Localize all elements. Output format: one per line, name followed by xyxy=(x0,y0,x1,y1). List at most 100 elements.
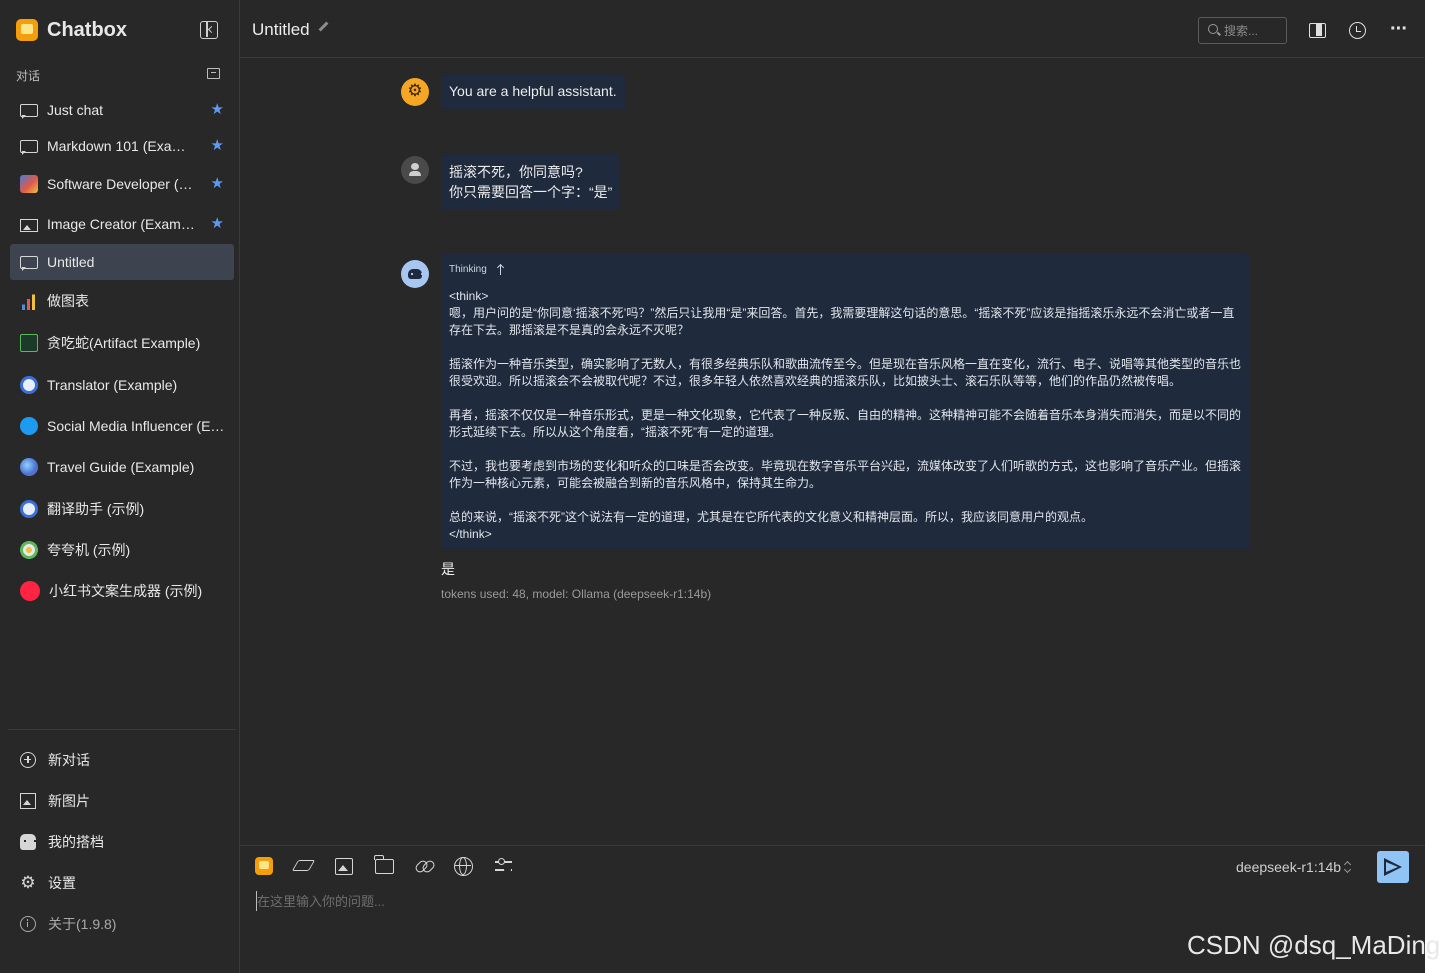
system-message-text: You are a helpful assistant. xyxy=(449,83,617,99)
gear-icon: ⚙ xyxy=(20,872,36,892)
thinking-block: Thinking <think> 嗯，用户问的是“你同意‘摇滚不死’吗？”然后只… xyxy=(441,254,1250,549)
plus-circle-icon xyxy=(20,751,36,768)
conversation-item-image-creator[interactable]: Image Creator (Example) ★ xyxy=(10,204,234,244)
conversation-item-praise-machine[interactable]: 夸夸机 (示例) xyxy=(10,529,234,570)
snake-avatar-icon xyxy=(20,334,38,352)
conversation-item-just-chat[interactable]: Just chat ★ xyxy=(10,92,234,128)
model-selector[interactable]: deepseek-r1:14b xyxy=(1236,859,1341,875)
conversation-label: 夸夸机 (示例) xyxy=(47,541,131,558)
thinking-header[interactable]: Thinking xyxy=(449,263,1242,275)
conversation-list: Just chat ★ Markdown 101 (Example) ★ Sof… xyxy=(10,92,234,612)
link-icon[interactable] xyxy=(415,858,435,874)
chatbox-icon[interactable] xyxy=(255,857,273,875)
conversation-item-make-chart[interactable]: 做图表 xyxy=(10,280,234,322)
assistant-answer: 是 xyxy=(441,561,455,577)
my-partners-button[interactable]: 我的搭档 xyxy=(10,821,234,862)
search-input[interactable] xyxy=(1224,21,1282,40)
translator-avatar-icon xyxy=(20,375,38,394)
star-icon[interactable]: ★ xyxy=(211,102,224,117)
think-paragraph: 摇滚作为一种音乐类型，确实影响了无数人，有很多经典乐队和歌曲流传至今。但是现在音… xyxy=(449,357,1242,388)
think-paragraph: 总的来说，“摇滚不死”这个说法有一定的道理，尤其是在它所代表的文化意义和精神层面… xyxy=(449,510,1093,524)
conversation-label: Untitled xyxy=(47,254,95,270)
token-usage-info: tokens used: 48, model: Ollama (deepseek… xyxy=(441,587,712,601)
star-icon[interactable]: ★ xyxy=(211,138,224,153)
conversation-label: 小红书文案生成器 (示例) xyxy=(49,583,203,599)
new-image-icon xyxy=(20,792,36,809)
conversation-label: Translator (Example) xyxy=(47,376,178,393)
edit-title-icon[interactable] xyxy=(318,21,329,32)
new-chat-label: 新对话 xyxy=(48,751,90,768)
search-box[interactable] xyxy=(1198,17,1287,44)
brand: Chatbox xyxy=(16,16,127,44)
think-paragraph: 不过，我也要考虑到市场的变化和听众的口味是否会改变。毕竟现在数字音乐平台兴起，流… xyxy=(449,459,1242,490)
new-image-button[interactable]: 新图片 xyxy=(10,780,234,821)
sidebar: Chatbox 对话 Just chat ★ Markdown 101 (Exa… xyxy=(0,0,240,973)
assistant-avatar-icon xyxy=(401,260,429,288)
think-paragraph: 嗯，用户问的是“你同意‘摇滚不死’吗？”然后只让我用“是”来回答。首先，我需要理… xyxy=(449,306,1235,337)
eraser-icon[interactable] xyxy=(291,860,316,871)
watermark: CSDN @dsq_MaDing xyxy=(1187,930,1441,960)
more-options-icon[interactable]: ··· xyxy=(1390,19,1408,39)
xiaohongshu-avatar-icon xyxy=(20,581,40,601)
twitter-avatar-icon xyxy=(20,416,38,435)
conversation-item-markdown[interactable]: Markdown 101 (Example) ★ xyxy=(10,128,234,164)
collapse-sidebar-icon[interactable] xyxy=(200,21,218,39)
sidebar-divider xyxy=(8,729,236,730)
conversation-item-social-media[interactable]: Social Media Influencer (Example) xyxy=(10,405,234,446)
thinking-label: Thinking xyxy=(449,263,487,275)
settings-label: 设置 xyxy=(48,874,76,891)
conversation-label: Travel Guide (Example) xyxy=(47,459,195,475)
conversation-item-translation-assistant[interactable]: 翻译助手 (示例) xyxy=(10,488,234,529)
conversation-item-travel-guide[interactable]: Travel Guide (Example) xyxy=(10,446,234,488)
settings-button[interactable]: ⚙ 设置 xyxy=(10,862,234,903)
web-search-icon[interactable] xyxy=(454,857,473,876)
think-paragraph: 再者，摇滚不仅仅是一种音乐形式，更是一种文化现象，它代表了一种反叛、自由的精神。… xyxy=(449,408,1242,439)
about-button[interactable]: 关于(1.9.8) xyxy=(10,903,234,944)
folder-icon[interactable] xyxy=(374,855,394,874)
sidebar-actions: 新对话 新图片 我的搭档 ⚙ 设置 关于(1.9.8) xyxy=(10,739,234,944)
send-button[interactable] xyxy=(1377,851,1409,883)
translator-avatar-icon xyxy=(20,499,38,518)
window-edge xyxy=(1425,0,1442,973)
collapse-arrow-up-icon[interactable] xyxy=(497,264,505,275)
user-message-line: 你只需要回答一个字：“是” xyxy=(449,184,613,200)
conversation-item-software-developer[interactable]: Software Developer (Example) ★ xyxy=(10,164,234,204)
conversation-label: Software Developer (Example) xyxy=(47,176,197,192)
chatbox-logo-icon xyxy=(16,19,38,41)
conversation-item-snake[interactable]: 贪吃蛇(Artifact Example) xyxy=(10,322,234,364)
conversation-label: Just chat xyxy=(47,102,104,118)
conversations-section-label: 对话 xyxy=(16,69,41,83)
sliders-icon[interactable] xyxy=(495,858,513,874)
archive-icon[interactable] xyxy=(207,68,220,79)
star-icon[interactable]: ★ xyxy=(211,216,224,231)
history-icon[interactable] xyxy=(1349,22,1366,39)
conversation-item-xiaohongshu[interactable]: 小红书文案生成器 (示例) xyxy=(10,570,234,612)
message-input[interactable] xyxy=(256,891,1406,911)
conversation-label: Image Creator (Example) xyxy=(47,216,197,232)
page-title: Untitled xyxy=(252,20,310,39)
chevron-up-down-icon[interactable] xyxy=(1344,859,1352,875)
conversation-label: 翻译助手 (示例) xyxy=(47,500,145,517)
about-label: 关于(1.9.8) xyxy=(48,915,117,932)
new-chat-button[interactable]: 新对话 xyxy=(10,739,234,780)
conversation-item-translator[interactable]: Translator (Example) xyxy=(10,364,234,405)
star-icon[interactable]: ★ xyxy=(211,176,224,191)
image-icon xyxy=(20,218,38,232)
chart-avatar-icon xyxy=(20,292,38,310)
conversation-label: 贪吃蛇(Artifact Example) xyxy=(47,335,201,351)
chat-header: Untitled ··· xyxy=(240,0,1425,58)
info-icon xyxy=(20,915,36,932)
search-icon xyxy=(1208,24,1218,34)
flower-avatar-icon xyxy=(20,540,38,559)
system-message: You are a helpful assistant. xyxy=(441,74,625,110)
user-message: 摇滚不死，你同意吗? 你只需要回答一个字：“是” xyxy=(441,154,621,210)
brand-title: Chatbox xyxy=(47,18,127,41)
conversation-item-untitled[interactable]: Untitled xyxy=(10,244,234,280)
globe-avatar-icon xyxy=(20,458,38,476)
user-message-line: 摇滚不死，你同意吗? xyxy=(449,164,583,180)
my-partners-label: 我的搭档 xyxy=(48,833,104,850)
split-view-icon[interactable] xyxy=(1309,23,1326,38)
send-icon xyxy=(1384,858,1402,876)
new-image-label: 新图片 xyxy=(48,792,90,809)
image-upload-icon[interactable] xyxy=(335,858,353,875)
